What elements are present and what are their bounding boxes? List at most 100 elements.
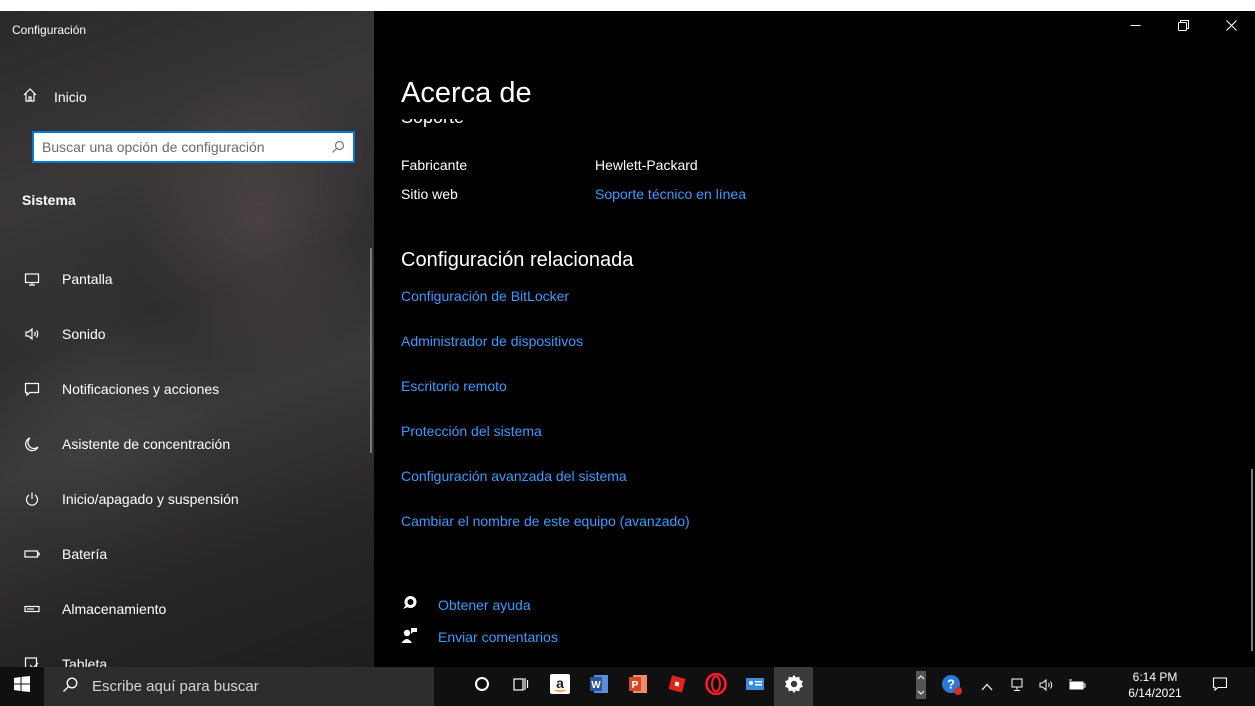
chevron-up-icon: [981, 680, 993, 694]
sidebar-scrollbar[interactable]: [370, 248, 372, 453]
volume-tray[interactable]: [1032, 667, 1062, 706]
help-links: Obtener ayuda Enviar comentarios: [401, 589, 558, 653]
search-icon[interactable]: [331, 140, 345, 154]
settings-search-input[interactable]: [42, 139, 331, 155]
sidebar-item-almacenamiento[interactable]: Almacenamiento: [0, 581, 370, 636]
task-view-icon: [512, 676, 529, 697]
word-app-button[interactable]: W: [579, 667, 618, 706]
rename-pc-advanced-link[interactable]: Cambiar el nombre de este equipo (avanza…: [401, 513, 690, 558]
settings-app-button[interactable]: [774, 667, 813, 706]
clock-time: 6:14 PM: [1132, 670, 1178, 684]
windows-logo-icon: [14, 676, 30, 697]
manufacturer-label: Fabricante: [401, 157, 468, 173]
page-title: Acerca de: [401, 77, 532, 109]
get-help-row[interactable]: Obtener ayuda: [401, 589, 558, 621]
cortana-button[interactable]: [462, 667, 501, 706]
sidebar-item-label: Tableta: [62, 655, 108, 668]
support-heading-clipped: Soporte: [401, 119, 601, 129]
contact-card-icon: [745, 676, 765, 697]
sidebar-item-tableta[interactable]: Tableta: [0, 636, 370, 667]
help-app-tray[interactable]: ?: [932, 667, 972, 706]
network-icon: [1010, 678, 1024, 695]
roblox-icon: [667, 674, 687, 699]
sidebar-item-label: Inicio: [54, 88, 87, 105]
battery-tray[interactable]: [1062, 667, 1092, 706]
svg-text:a: a: [556, 675, 564, 691]
sidebar-item-apagado[interactable]: Inicio/apagado y suspensión: [0, 471, 370, 526]
contacts-app-button[interactable]: [735, 667, 774, 706]
feedback-icon: [401, 627, 418, 647]
network-tray[interactable]: [1002, 667, 1032, 706]
minimize-button[interactable]: [1111, 11, 1159, 43]
sidebar-item-pantalla[interactable]: Pantalla: [0, 251, 370, 306]
amazon-app-button[interactable]: a: [540, 667, 579, 706]
close-button[interactable]: [1207, 11, 1255, 43]
powerpoint-app-button[interactable]: P: [618, 667, 657, 706]
battery-icon: [1068, 679, 1086, 694]
related-settings-links: Configuración de BitLocker Administrador…: [401, 288, 690, 558]
taskbar-apps: a W P: [462, 667, 813, 706]
battery-icon: [24, 546, 40, 562]
top-strip: [0, 0, 1255, 11]
support-heading: Soporte: [401, 119, 464, 128]
sidebar-item-label: Almacenamiento: [62, 600, 167, 617]
notification-icon: [1212, 676, 1228, 697]
system-tray: ?: [910, 667, 1092, 706]
app-title: Configuración: [12, 23, 87, 37]
notification-icon: [24, 381, 40, 397]
svg-text:W: W: [591, 680, 601, 691]
related-settings-title: Configuración relacionada: [401, 249, 634, 271]
sidebar-item-bateria[interactable]: Batería: [0, 526, 370, 581]
show-hidden-icons-button[interactable]: [972, 667, 1002, 706]
system-protection-link[interactable]: Protección del sistema: [401, 423, 690, 468]
sidebar-item-label: Asistente de concentración: [62, 435, 231, 452]
display-icon: [24, 271, 40, 287]
close-icon: [1225, 18, 1237, 36]
chevron-updown-icon: [915, 670, 927, 703]
advanced-system-settings-link[interactable]: Configuración avanzada del sistema: [401, 468, 690, 513]
opera-icon: [704, 672, 727, 700]
send-feedback-link[interactable]: Enviar comentarios: [438, 629, 558, 645]
support-website-link[interactable]: Soporte técnico en línea: [595, 186, 746, 202]
sidebar-item-label: Pantalla: [62, 270, 113, 287]
remote-desktop-link[interactable]: Escritorio remoto: [401, 378, 690, 423]
restore-icon: [1177, 18, 1189, 36]
cortana-icon: [474, 676, 490, 697]
opera-app-button[interactable]: [696, 667, 735, 706]
restore-button[interactable]: [1159, 11, 1207, 43]
taskbar-clock[interactable]: 6:14 PM 6/14/2021: [1115, 669, 1195, 701]
sidebar-item-sonido[interactable]: Sonido: [0, 306, 370, 361]
main-scrollbar[interactable]: [1251, 469, 1253, 651]
amazon-icon: a: [549, 674, 570, 699]
start-button[interactable]: [0, 667, 44, 706]
task-view-button[interactable]: [501, 667, 540, 706]
sidebar-item-label: Notificaciones y acciones: [62, 380, 220, 397]
settings-search-box[interactable]: [32, 131, 355, 163]
speaker-icon: [1039, 678, 1055, 695]
sidebar: Configuración Inicio Sistema Pantalla So…: [0, 11, 374, 667]
sidebar-item-label: Batería: [62, 545, 108, 562]
help-chat-icon: [401, 595, 418, 615]
main-content: Acerca de Soporte Fabricante Hewlett-Pac…: [374, 11, 1255, 667]
home-icon: [22, 87, 38, 106]
powerpoint-icon: P: [628, 674, 648, 699]
sidebar-item-label: Inicio/apagado y suspensión: [62, 490, 239, 507]
device-manager-link[interactable]: Administrador de dispositivos: [401, 333, 690, 378]
storage-icon: [24, 601, 40, 617]
sidebar-item-notificaciones[interactable]: Notificaciones y acciones: [0, 361, 370, 416]
bitlocker-settings-link[interactable]: Configuración de BitLocker: [401, 288, 690, 333]
action-center-button[interactable]: [1200, 667, 1240, 706]
roblox-app-button[interactable]: [657, 667, 696, 706]
sidebar-item-asistente[interactable]: Asistente de concentración: [0, 416, 370, 471]
tray-scroll-up-down[interactable]: [910, 667, 932, 706]
minimize-icon: [1130, 18, 1141, 36]
help-circle-icon: ?: [941, 674, 963, 699]
word-icon: W: [589, 674, 609, 699]
get-help-link[interactable]: Obtener ayuda: [438, 597, 531, 613]
taskbar-search[interactable]: Escribe aquí para buscar: [44, 667, 434, 706]
sidebar-item-home[interactable]: Inicio: [22, 87, 87, 106]
section-title: Sistema: [22, 192, 76, 208]
taskbar-search-placeholder: Escribe aquí para buscar: [92, 678, 259, 695]
svg-text:P: P: [631, 680, 638, 691]
send-feedback-row[interactable]: Enviar comentarios: [401, 621, 558, 653]
